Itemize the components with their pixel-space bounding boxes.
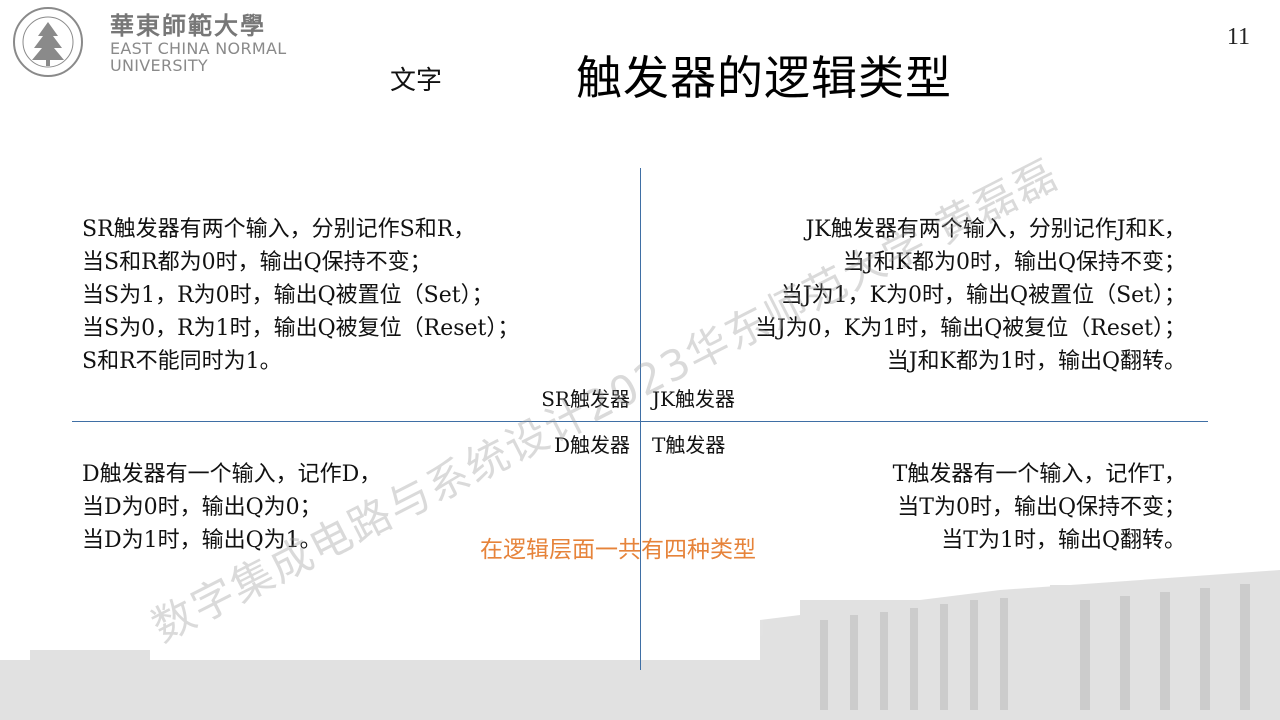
slide-subtitle: 文字	[390, 66, 443, 96]
logo-english-line2: UNIVERSITY	[110, 56, 208, 75]
sr-line: 当S为1，R为0时，输出Q被置位（Set）；	[82, 283, 494, 308]
t-line: 当T为0时，输出Q保持不变；	[897, 495, 1186, 520]
t-description: T触发器有一个输入，记作T， 当T为0时，输出Q保持不变； 当T为1时，输出Q翻…	[893, 458, 1186, 557]
d-line: D触发器有一个输入，记作D，	[82, 462, 382, 487]
sr-line: 当S和R都为0时，输出Q保持不变；	[82, 250, 432, 275]
sr-line: 当S为0，R为1时，输出Q被复位（Reset）；	[82, 316, 520, 341]
horizontal-divider	[72, 421, 1208, 422]
sr-line: S和R不能同时为1。	[82, 349, 282, 374]
t-line: T触发器有一个输入，记作T，	[892, 462, 1186, 487]
logo-english-line1: EAST CHINA NORMAL	[110, 39, 287, 58]
sr-description: SR触发器有两个输入，分别记作S和R， 当S和R都为0时，输出Q保持不变； 当S…	[82, 213, 519, 378]
page-number: 11	[1226, 24, 1250, 50]
slide-title: 触发器的逻辑类型	[576, 51, 952, 105]
logo-chinese-name: 華東師範大學	[110, 11, 266, 40]
t-line: 当T为1时，输出Q翻转。	[941, 528, 1186, 553]
jk-line: 当J和K都为1时，输出Q翻转。	[886, 349, 1186, 374]
summary-note: 在逻辑层面一共有四种类型	[480, 537, 756, 563]
vertical-divider	[640, 168, 641, 670]
ecnu-seal-icon	[13, 7, 83, 77]
label-t-flipflop: T触发器	[652, 433, 726, 457]
sr-line: SR触发器有两个输入，分别记作S和R，	[82, 217, 476, 242]
university-logo: 華東師範大學 EAST CHINA NORMAL UNIVERSITY	[12, 6, 312, 78]
